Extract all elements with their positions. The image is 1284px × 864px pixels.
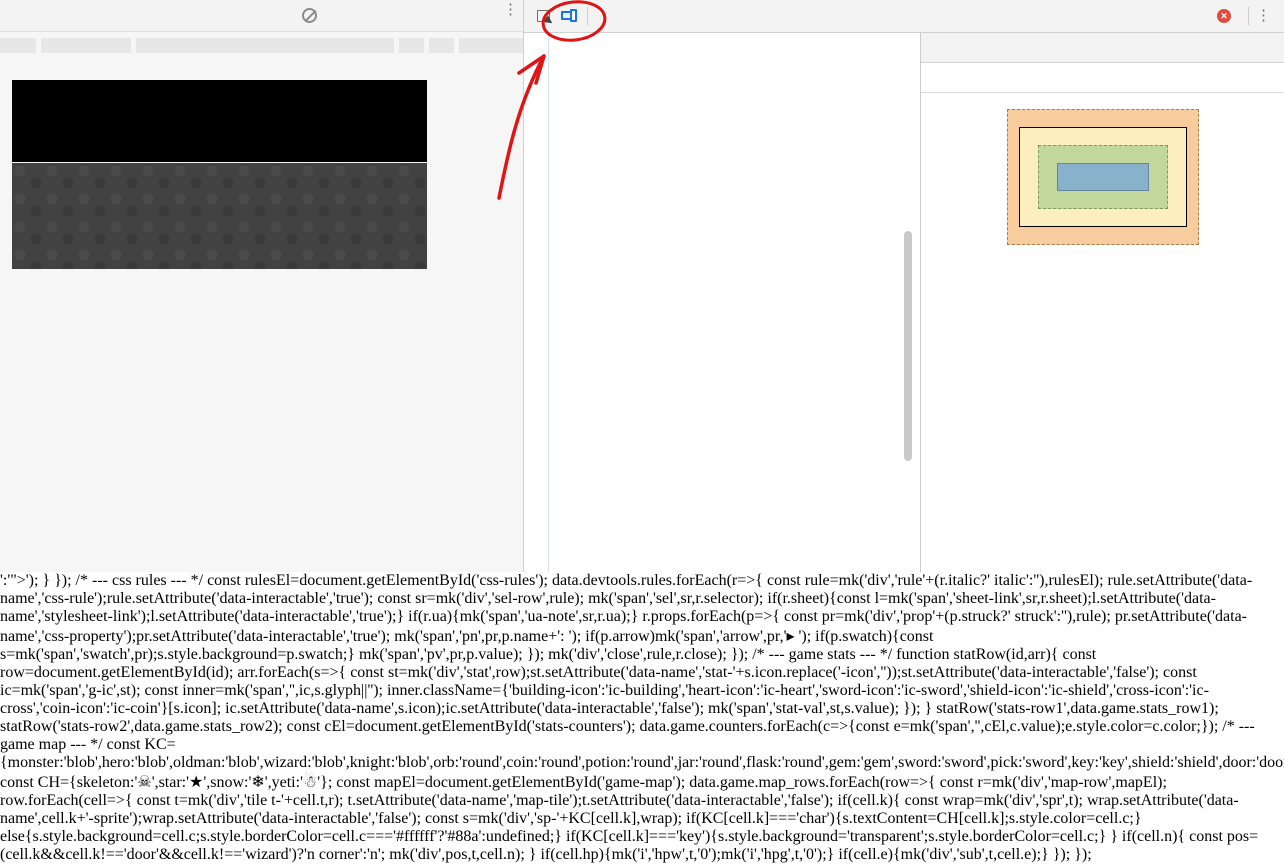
error-icon: ✕ [1217,9,1231,23]
rotate-viewport-icon[interactable] [302,8,317,23]
zoom-select[interactable] [266,8,270,23]
styles-tabbar [921,33,1284,63]
box-model-content [1057,163,1149,191]
indent-guide [548,33,549,572]
box-model-margin [1007,109,1199,245]
elements-tree-pane [524,33,920,572]
scrollbar[interactable] [903,35,913,570]
scrollbar-thumb[interactable] [904,231,912,461]
divider [587,7,588,25]
game-status-panel [12,163,427,269]
styles-filter-row [921,63,1284,93]
screenshot-root: ⋮ ✕ [0,0,1284,572]
devtools-menu-icon[interactable]: ⋮ [1256,13,1262,19]
box-model-border [1019,127,1187,227]
box-model-padding [1038,145,1168,209]
divider [1248,7,1249,25]
box-model-diagram[interactable] [921,93,1284,245]
console-error-badge[interactable]: ✕ [1211,9,1241,23]
game-map-canvas[interactable] [12,271,428,572]
device-toolbar-menu-icon[interactable]: ⋮ [503,7,509,13]
device-toolbar: ⋮ [0,0,523,32]
device-select[interactable] [206,8,210,23]
device-emulation-pane: ⋮ [0,0,523,572]
game-canvas-banner [12,80,427,162]
network-throttle-select[interactable] [284,8,288,23]
devtools-panel: ✕ ⋮ [523,0,1284,572]
device-toolbar-toggle-icon[interactable] [556,4,582,28]
devtools-tabbar: ✕ ⋮ [524,0,1284,33]
styles-sidebar [920,33,1284,572]
inspect-element-icon[interactable] [530,4,556,28]
page-top-strip [0,38,523,53]
